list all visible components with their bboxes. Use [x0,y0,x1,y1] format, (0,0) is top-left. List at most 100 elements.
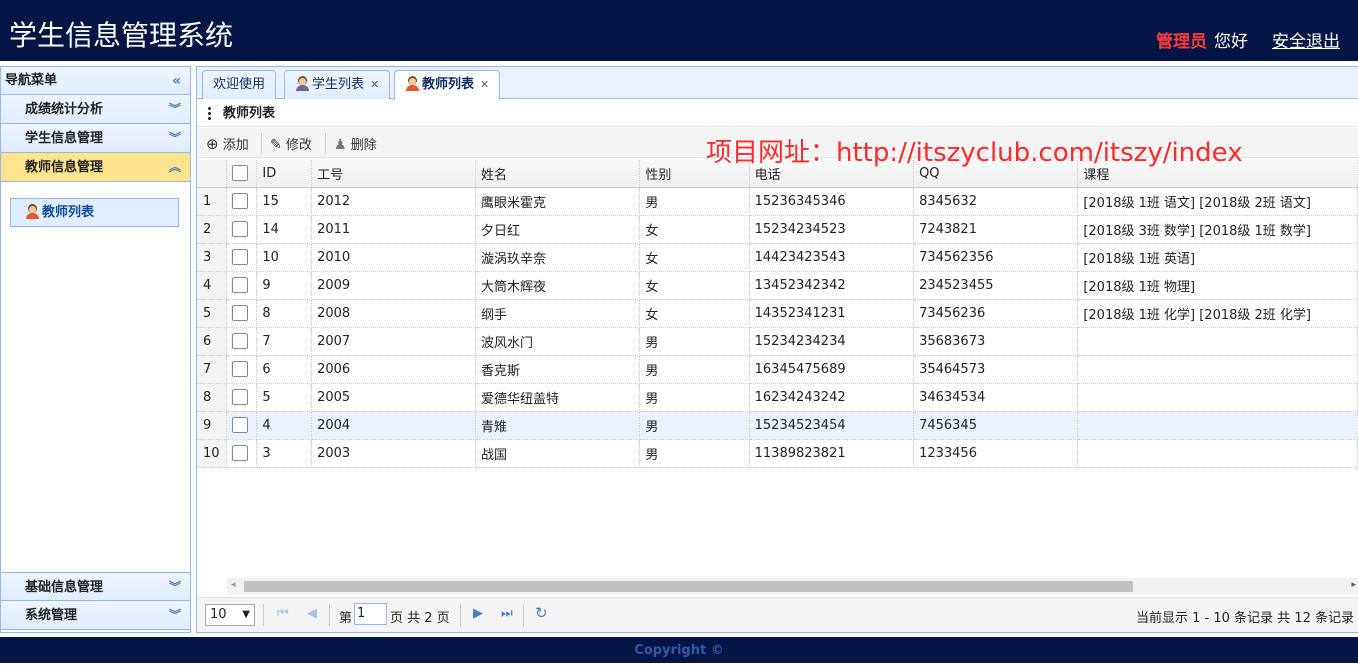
female-user-icon [25,204,40,219]
first-page-icon[interactable]: ⏮ [277,606,289,621]
table-row[interactable]: 10 3 2003 战国男 11389823821 1233456 [197,439,1358,468]
nav-subitem-teacher-list[interactable]: 教师列表 [10,198,179,227]
cell-id: 4 [256,411,313,440]
column-header[interactable]: 工号 [311,160,476,188]
row-select-cell [226,271,258,300]
cell-phone: 15234234523 [749,215,915,244]
cell-phone: 16345475689 [749,355,915,384]
edit-button[interactable]: ✎ 修改 [270,134,312,153]
last-page-icon[interactable]: ⏭ [501,606,513,621]
nav-item-teacher-mgmt[interactable]: 教师信息管理 ︽ [1,153,190,182]
table-row[interactable]: 1 15 2012 鹰眼米霍克男 15236345346 8345632 [2018级 1班… [197,187,1358,216]
cell-no: 2010 [311,243,476,272]
table-row[interactable]: 4 9 2009 大筒木辉夜女 13452342342 234523455 [2018级 1… [197,271,1358,300]
admin-role-label: 管理员 [1156,32,1207,52]
copyright-text: Copyright © [634,643,724,658]
nav-item-system-mgmt[interactable]: 系统管理 ︾ [1,601,190,630]
page-number-input[interactable]: 1 [354,603,387,625]
logout-link[interactable]: 安全退出 [1272,27,1340,52]
column-header[interactable]: ID [256,160,313,188]
app-header: 学生信息管理系统 管理员 您好 安全退出 [0,0,1358,61]
nav-title: 导航菜单 [5,73,58,88]
cell-no: 2009 [311,271,476,300]
row-checkbox[interactable] [232,221,249,237]
cell-phone: 15234523454 [749,411,915,440]
cell-id: 7 [256,327,313,356]
cell-sex: 男 [639,411,750,440]
next-page-icon[interactable]: ▶ [473,606,483,621]
add-button[interactable]: ⊕ 添加 [206,134,249,153]
delete-button[interactable]: ♟ 删除 [334,134,377,153]
cell-sex: 女 [639,215,750,244]
close-icon[interactable]: ✕ [370,78,379,91]
cell-phone: 11389823821 [749,439,915,468]
cell-course: [2018级 1班 语文] [2018级 2班 语文] [1077,187,1358,216]
close-icon[interactable]: ✕ [480,78,489,91]
collapse-left-icon[interactable]: « [172,67,181,95]
male-user-icon [295,76,310,91]
row-select-cell [226,411,258,440]
nav-item-score-analysis[interactable]: 成绩统计分析 ︾ [1,95,190,124]
cell-qq: 35464573 [913,355,1079,384]
chevron-down-icon: ▼ [242,609,250,620]
tab-label: 学生列表 [312,77,365,92]
chevron-down-icon: ︾ [168,131,181,145]
cell-sex: 男 [639,187,750,216]
row-checkbox[interactable] [232,305,249,321]
row-number: 8 [197,383,228,412]
toolbar-divider [325,133,326,153]
cell-qq: 7243821 [913,215,1079,244]
cell-id: 6 [256,355,313,384]
row-checkbox[interactable] [232,277,249,293]
row-number: 2 [197,215,228,244]
row-select-cell [226,383,258,412]
prev-page-icon[interactable]: ◀ [307,606,317,621]
tab-student-list[interactable]: 学生列表 ✕ [284,70,391,99]
pager-divider [263,604,264,626]
table-row[interactable]: 9 4 2004 青雉男 15234523454 7456345 [197,411,1358,440]
row-checkbox[interactable] [232,445,249,461]
nav-item-student-mgmt[interactable]: 学生信息管理 ︾ [1,124,190,153]
tab-welcome[interactable]: 欢迎使用 [202,70,277,99]
cell-id: 8 [256,299,313,328]
row-number: 4 [197,271,228,300]
row-checkbox[interactable] [232,417,249,433]
cell-id: 5 [256,383,313,412]
cell-qq: 34634534 [913,383,1079,412]
horizontal-scrollbar[interactable]: ◂ ▸ [227,578,1358,595]
row-checkbox[interactable] [232,193,249,209]
refresh-icon[interactable]: ↻ [535,604,548,622]
cell-qq: 234523455 [913,271,1079,300]
row-checkbox[interactable] [232,361,249,377]
panel-title-bar: 教师列表 [197,100,1358,127]
row-checkbox[interactable] [232,389,249,405]
table-row[interactable]: 3 10 2010 漩涡玖辛奈女 14423423543 734562356 [2018级 … [197,243,1358,272]
cell-name: 青雉 [475,411,641,440]
scroll-left-icon[interactable]: ◂ [231,580,236,590]
table-row[interactable]: 5 8 2008 纲手女 14352341231 73456236 [2018级 1班 化学… [197,299,1358,328]
cell-no: 2007 [311,327,476,356]
cell-name: 爱德华纽盖特 [475,383,641,412]
scrollbar-thumb[interactable] [244,581,1133,592]
row-checkbox[interactable] [232,249,249,265]
nav-item-base-info[interactable]: 基础信息管理 ︾ [1,572,190,601]
scroll-right-icon[interactable]: ▸ [1351,580,1356,590]
row-number: 9 [197,411,228,440]
select-all-header [226,160,258,188]
cell-name: 夕日红 [475,215,641,244]
select-all-checkbox[interactable] [232,165,249,182]
table-row[interactable]: 2 14 2011 夕日红女 15234234523 7243821 [2018级 3班 数… [197,215,1358,244]
nav-header: 导航菜单 « [1,67,190,95]
row-checkbox[interactable] [232,333,249,349]
greeting-label: 您好 [1214,32,1248,52]
delete-label: 删除 [350,138,377,153]
cell-course: [2018级 3班 数学] [2018级 1班 数学] [1077,215,1358,244]
table-row[interactable]: 7 6 2006 香克斯男 16345475689 35464573 [197,355,1358,384]
cell-course [1077,383,1358,412]
table-row[interactable]: 6 7 2007 波风水门男 15234234234 35683673 [197,327,1358,356]
page-size-select[interactable]: 10 ▼ [205,604,255,626]
add-icon: ⊕ [206,135,219,153]
column-header[interactable]: 姓名 [475,160,641,188]
table-row[interactable]: 8 5 2005 爱德华纽盖特男 16234243242 34634534 [197,383,1358,412]
tab-teacher-list[interactable]: 教师列表 ✕ [394,70,501,100]
